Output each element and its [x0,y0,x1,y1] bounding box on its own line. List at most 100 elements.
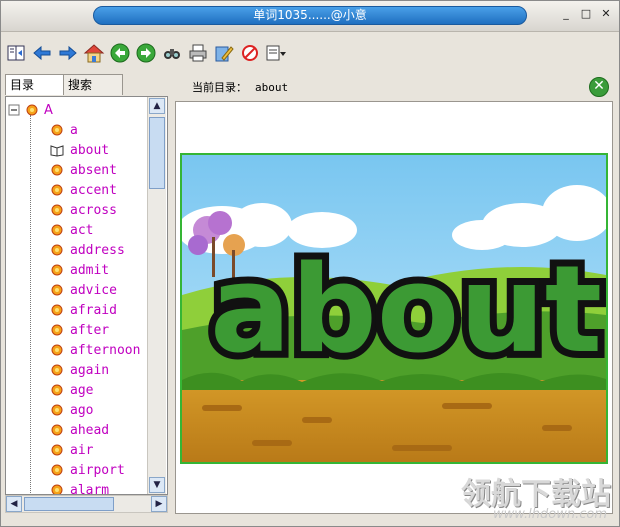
toolbar [5,37,287,69]
sun-icon [51,184,63,196]
tab-contents[interactable]: 目录 [5,74,67,95]
hscroll-thumb[interactable] [24,497,114,511]
scroll-down-arrow[interactable]: ▼ [149,477,165,493]
tree-root[interactable]: A [8,101,53,119]
print-icon[interactable] [187,42,209,64]
current-path-bar: 当前目录： about ✕ [175,75,613,99]
tree-item-label: admit [70,262,110,278]
collapse-icon[interactable] [8,104,20,116]
sun-icon [51,264,63,276]
tree-item-label: advice [70,282,117,298]
tree-item-label: alarm [70,482,110,495]
tree-item-label: accent [70,182,117,198]
tree-item-label: act [70,222,94,238]
sun-icon [51,224,63,236]
tree-item-age[interactable]: age [50,380,93,400]
tree-item-a[interactable]: a [50,120,78,140]
title-bar: 单词1035......@小意 _ □ ✕ [1,1,619,32]
home-icon[interactable] [83,42,105,64]
tree-item-air[interactable]: air [50,440,93,460]
tree-item-afternoon[interactable]: afternoon [50,340,140,360]
back-icon[interactable] [31,42,53,64]
tree-item-label: ahead [70,422,110,438]
sun-icon [51,124,63,136]
current-path-value: about [255,81,289,94]
tree-item-label: airport [70,462,125,478]
tree-item-label: address [70,242,125,258]
app-window: 单词1035......@小意 _ □ ✕ 目录 搜索 A a about ab… [0,0,620,527]
tree-item-again[interactable]: again [50,360,109,380]
tree-item-label: ago [70,402,94,418]
scroll-thumb[interactable] [149,117,165,189]
tree-item-accent[interactable]: accent [50,180,117,200]
sun-icon [51,484,63,494]
tree-item-label: afternoon [70,342,141,358]
tree-toggle-icon[interactable] [5,42,27,64]
tab-search[interactable]: 搜索 [63,74,123,95]
watermark-url: www.lhdown.com [492,507,607,522]
minimize-button[interactable]: _ [559,7,573,21]
nav-back-circle-icon[interactable] [109,42,131,64]
picture-word: about [210,241,602,380]
tree-item-ago[interactable]: ago [50,400,93,420]
maximize-button[interactable]: □ [579,7,593,21]
edit-icon[interactable] [213,42,235,64]
tree-item-address[interactable]: address [50,240,125,260]
tree-item-airport[interactable]: airport [50,460,125,480]
tree-item-label: about [70,142,110,158]
tree-guide-line [30,115,31,494]
tree-item-label: across [70,202,117,218]
sun-icon [51,204,63,216]
tree-item-afraid[interactable]: afraid [50,300,117,320]
panel-close-icon[interactable]: ✕ [589,77,609,97]
word-tree: A a about absent accent across act address admi… [5,96,168,495]
sun-icon [51,384,63,396]
sun-icon [51,284,63,296]
tree-vertical-scrollbar[interactable]: ▲ ▼ [147,97,166,494]
tree-item-after[interactable]: after [50,320,109,340]
sun-icon [51,444,63,456]
scroll-up-arrow[interactable]: ▲ [149,98,165,114]
sun-icon [51,364,63,376]
sun-icon [51,344,63,356]
sun-icon [51,164,63,176]
sidebar-tabs: 目录 搜索 [5,74,169,96]
sun-icon [51,244,63,256]
sun-icon [51,404,63,416]
content-pane: about [175,101,613,514]
tree-item-alarm[interactable]: alarm [50,480,110,495]
tree-item-label: again [70,362,110,378]
tree-item-about[interactable]: about [50,140,109,160]
folder-sun-icon [26,104,38,116]
tree-item-ahead[interactable]: ahead [50,420,109,440]
tree-item-absent[interactable]: absent [50,160,117,180]
nav-forward-circle-icon[interactable] [135,42,157,64]
tree-item-across[interactable]: across [50,200,117,220]
stop-icon[interactable] [239,42,261,64]
tree-item-advice[interactable]: advice [50,280,117,300]
window-title: 单词1035......@小意 [93,6,527,25]
sun-icon [51,464,63,476]
word-illustration: about [180,153,608,464]
tree-item-admit[interactable]: admit [50,260,109,280]
tree-item-label: age [70,382,94,398]
options-icon[interactable] [265,42,287,64]
scroll-left-arrow[interactable]: ◀ [6,496,22,512]
sun-icon [51,324,63,336]
scroll-right-arrow[interactable]: ▶ [151,496,167,512]
close-button[interactable]: ✕ [599,7,613,21]
find-icon[interactable] [161,42,183,64]
forward-icon[interactable] [57,42,79,64]
open-book-icon [50,145,64,157]
tree-item-label: after [70,322,110,338]
tree-item-label: a [70,122,78,138]
sun-icon [51,304,63,316]
current-path-label: 当前目录： [192,81,247,94]
tree-item-label: absent [70,162,117,178]
window-controls: _ □ ✕ [559,7,613,21]
tree-item-act[interactable]: act [50,220,93,240]
sun-icon [51,424,63,436]
watermark: 领航下载站 www.lhdown.com [441,467,619,526]
tree-root-label: A [44,102,53,118]
tree-horizontal-scrollbar[interactable]: ◀ ▶ [5,495,168,513]
